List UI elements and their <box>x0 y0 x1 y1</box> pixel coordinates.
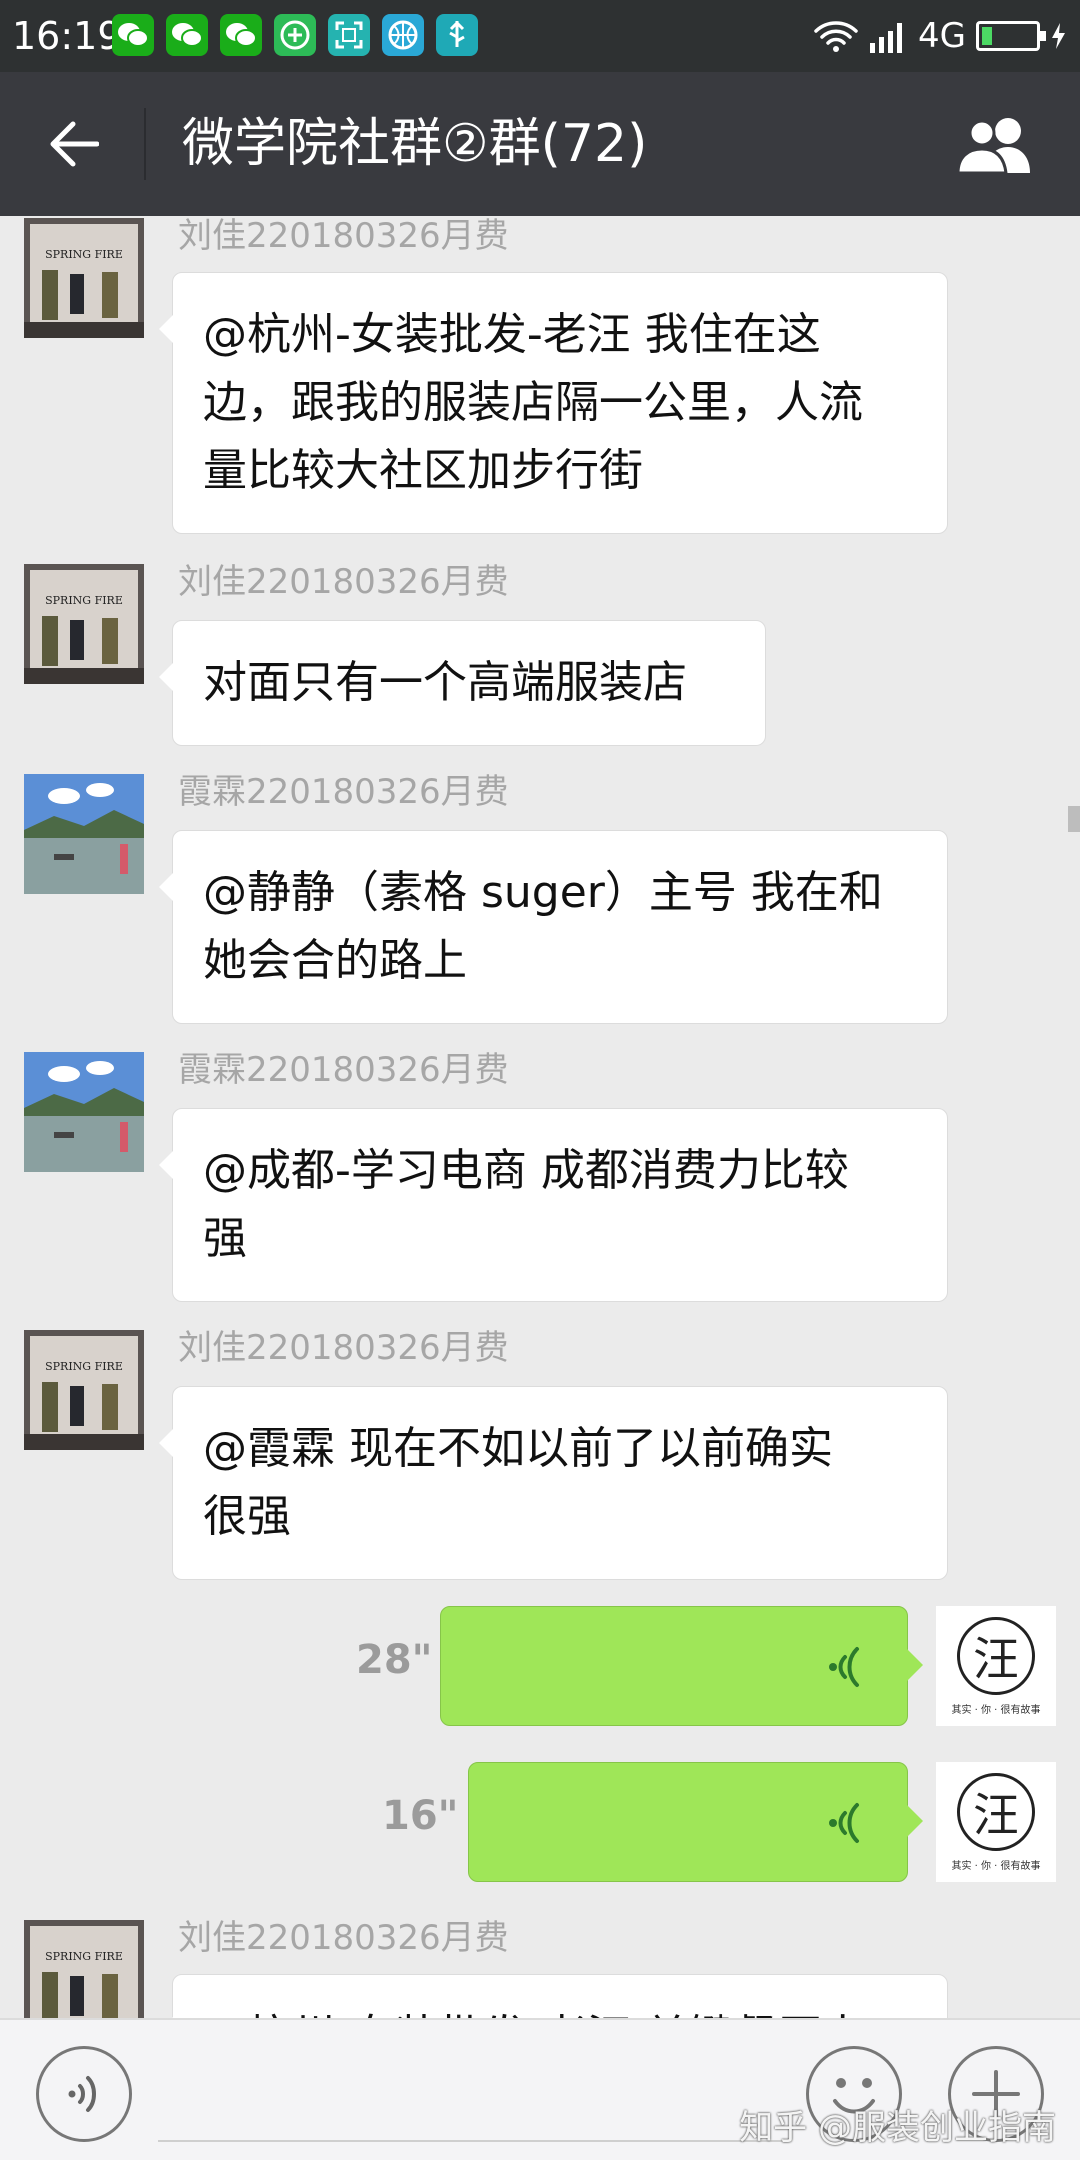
chat-screen: 16:19 4G 微学院社群②群(72) SPRING FIRE 刘佳22018… <box>0 0 1080 2160</box>
voice-duration: 16" <box>382 1793 459 1839</box>
message-line: @静静（素格 suger）主号 我在和 <box>203 867 883 918</box>
voice-duration: 28" <box>356 1637 433 1683</box>
voice-icon <box>68 2076 96 2112</box>
sender-name: 刘佳220180326月费 <box>178 1918 509 1958</box>
message-bubble[interactable]: @成都-学习电商 成都消费力比较 强 <box>159 1108 948 1302</box>
spring-fire-store-avatar[interactable]: SPRING FIRE <box>24 1330 144 1450</box>
message-line: 很强 <box>203 1491 291 1542</box>
svg-text:SPRING FIRE: SPRING FIRE <box>45 248 123 261</box>
sender-name: 霞霖220180326月费 <box>178 772 509 812</box>
voice-message-bubble[interactable] <box>468 1762 923 1882</box>
message-input[interactable] <box>158 2046 788 2142</box>
message-line: @杭州-女装批发-老汪 关键餐厅太 <box>203 2003 917 2018</box>
network-label: 4G <box>918 16 966 56</box>
usb-icon <box>436 14 478 56</box>
group-icon <box>956 118 1030 175</box>
avatar-char: 汪 <box>957 1772 1035 1851</box>
sender-name: 刘佳220180326月费 <box>178 1328 509 1368</box>
scrollbar-thumb[interactable] <box>1068 806 1080 832</box>
wifi-icon <box>814 21 858 52</box>
signal-icon <box>870 23 903 53</box>
voice-input-toggle[interactable] <box>36 2046 132 2142</box>
svg-text:SPRING FIRE: SPRING FIRE <box>45 1950 123 1963</box>
message-line: @成都-学习电商 成都消费力比较 <box>203 1145 849 1196</box>
message-line: @霞霖 现在不如以前了以前确实 <box>203 1423 833 1474</box>
sender-name: 霞霖220180326月费 <box>178 1050 509 1090</box>
back-arrow-icon <box>50 121 99 167</box>
title-divider <box>144 108 146 180</box>
notification-icons <box>112 14 478 56</box>
spring-fire-store-avatar[interactable]: SPRING FIRE <box>24 1920 144 2018</box>
voice-message-bubble[interactable] <box>440 1606 923 1726</box>
avatar-caption: 其实 · 你 · 很有故事 <box>951 1704 1041 1716</box>
message-bubble[interactable]: @杭州-女装批发-老汪 关键餐厅太 <box>159 1974 948 2018</box>
status-time: 16:19 <box>12 14 122 58</box>
message-line: 量比较大社区加步行街 <box>203 445 643 496</box>
input-bar: 知乎 @服装创业指南 <box>0 2018 1080 2160</box>
message-line: @杭州-女装批发-老汪 我住在这 <box>203 309 821 360</box>
message-bubble[interactable]: @霞霖 现在不如以前了以前确实 很强 <box>159 1386 948 1580</box>
wechat-icon <box>220 14 262 56</box>
lake-photo-avatar[interactable] <box>24 774 144 894</box>
sender-name: 刘佳220180326月费 <box>178 562 509 602</box>
title-bar: 微学院社群②群(72) <box>0 72 1080 216</box>
scan-icon <box>328 14 370 56</box>
chat-title: 微学院社群②群(72) <box>182 114 648 174</box>
sender-name: 刘佳220180326月费 <box>178 216 509 256</box>
status-right: 4G <box>814 14 1068 58</box>
message-bubble[interactable]: @静静（素格 suger）主号 我在和 她会合的路上 <box>159 830 948 1024</box>
voice-wave-icon <box>829 1647 859 1687</box>
spring-fire-store-avatar[interactable]: SPRING FIRE <box>24 218 144 338</box>
message-bubble[interactable]: @杭州-女装批发-老汪 我住在这 边，跟我的服装店隔一公里，人流 量比较大社区加… <box>159 272 948 534</box>
message-bubble[interactable]: 对面只有一个高端服装店 <box>159 620 766 746</box>
voice-wave-icon <box>829 1803 859 1843</box>
charging-icon <box>1052 23 1065 49</box>
watermark: 知乎 @服装创业指南 <box>739 2108 1056 2148</box>
message-line: 对面只有一个高端服装店 <box>203 657 687 708</box>
avatar-char: 汪 <box>957 1616 1035 1695</box>
message-line: 强 <box>203 1213 247 1264</box>
my-avatar[interactable]: 汪 其实 · 你 · 很有故事 <box>936 1606 1056 1726</box>
basketball-icon <box>382 14 424 56</box>
message-list[interactable]: SPRING FIRE 刘佳220180326月费 @杭州-女装批发-老汪 我住… <box>0 216 1080 2018</box>
message-line: 她会合的路上 <box>203 935 467 986</box>
back-button[interactable] <box>30 108 116 180</box>
message-line: 边，跟我的服装店隔一公里，人流 <box>203 377 863 428</box>
plus-circle-icon <box>274 14 316 56</box>
spring-fire-store-avatar[interactable]: SPRING FIRE <box>24 564 144 684</box>
wechat-icon <box>112 14 154 56</box>
my-avatar[interactable]: 汪 其实 · 你 · 很有故事 <box>936 1762 1056 1882</box>
lake-photo-avatar[interactable] <box>24 1052 144 1172</box>
battery-icon <box>976 21 1046 51</box>
svg-text:SPRING FIRE: SPRING FIRE <box>45 1360 123 1373</box>
group-members-button[interactable] <box>954 110 1040 180</box>
avatar-caption: 其实 · 你 · 很有故事 <box>951 1860 1041 1872</box>
status-bar: 16:19 4G <box>0 0 1080 72</box>
svg-text:SPRING FIRE: SPRING FIRE <box>45 594 123 607</box>
wechat-icon <box>166 14 208 56</box>
